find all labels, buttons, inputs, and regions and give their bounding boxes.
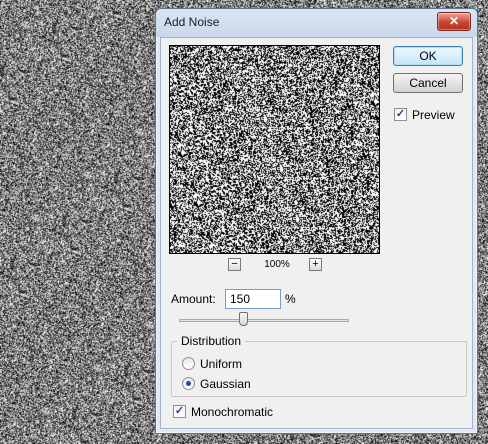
amount-slider-track[interactable] [179, 319, 349, 322]
plus-icon: + [312, 258, 319, 270]
gaussian-radio-label: Gaussian [200, 377, 251, 391]
zoom-level: 100% [264, 259, 290, 270]
dialog-title: Add Noise [164, 15, 220, 29]
gaussian-radio[interactable] [182, 377, 195, 390]
close-button[interactable]: ✕ [437, 12, 471, 31]
zoom-in-button[interactable]: + [309, 258, 322, 271]
checkmark-icon: ✓ [174, 405, 185, 417]
distribution-label: Distribution [177, 334, 246, 348]
preview-checkbox[interactable]: ✓ [394, 108, 407, 121]
zoom-out-button[interactable]: − [228, 258, 241, 271]
preview-checkbox-label: Preview [412, 108, 455, 122]
minus-icon: − [231, 258, 238, 270]
monochromatic-checkbox-label: Monochromatic [191, 405, 274, 419]
uniform-radio-label: Uniform [200, 357, 243, 371]
preview-image [170, 46, 379, 253]
uniform-radio[interactable] [182, 357, 195, 370]
dialog-body: − 100% + OK Cancel ✓ Preview Amount: 150… [160, 37, 473, 429]
amount-unit: % [285, 292, 296, 306]
preview-panel[interactable] [169, 45, 380, 254]
amount-input[interactable]: 150 [225, 289, 281, 309]
close-icon: ✕ [448, 14, 460, 28]
cancel-button[interactable]: Cancel [393, 73, 463, 93]
add-noise-dialog: Add Noise ✕ − 100% + OK Cancel ✓ Preview… [155, 8, 478, 434]
title-bar[interactable]: Add Noise ✕ [156, 9, 477, 37]
checkmark-icon: ✓ [395, 108, 406, 120]
amount-label: Amount: [171, 292, 216, 306]
amount-slider-thumb[interactable] [239, 312, 248, 326]
monochromatic-checkbox[interactable]: ✓ [173, 405, 186, 418]
ok-button[interactable]: OK [393, 46, 463, 66]
radio-selected-dot [186, 381, 191, 386]
